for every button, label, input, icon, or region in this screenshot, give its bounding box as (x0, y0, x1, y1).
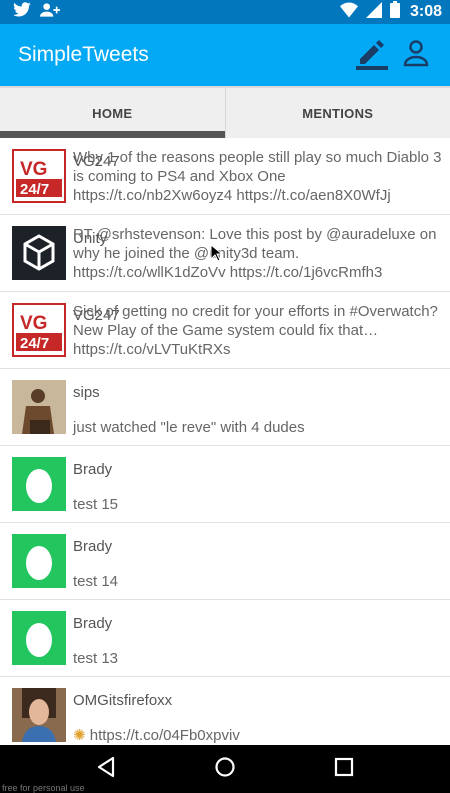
tweet-body: test 13 (73, 650, 119, 667)
recents-icon (333, 756, 355, 783)
avatar[interactable]: VG 24/7 (12, 149, 66, 203)
mouse-cursor-icon (210, 243, 224, 267)
tweet-row[interactable]: sips just watched "le reve" with 4 dudes (0, 369, 450, 446)
tweet-list[interactable]: VG 24/7 VG247 Why 1 of the reasons peopl… (0, 138, 450, 745)
tweet-username: Brady (73, 615, 113, 632)
tab-bar: HOME MENTIONS (0, 86, 450, 138)
twitter-icon (12, 1, 32, 23)
tweet-username: OMGitsfirefoxx (73, 692, 173, 709)
tweet-link[interactable]: https://t.co/04Fb0xpviv (90, 727, 240, 744)
tweet-row[interactable]: Brady test 14 (0, 523, 450, 600)
app-bar: SimpleTweets (0, 24, 450, 86)
tweet-body: RT @srhstevenson: Love this post by @aur… (73, 226, 437, 281)
tweet-row[interactable]: VG 24/7 VG247 Sick of getting no credit … (0, 292, 450, 369)
tweet-body: Why 1 of the reasons people still play s… (73, 149, 442, 204)
svg-text:24/7: 24/7 (20, 181, 49, 198)
clock-time: 3:08 (409, 3, 442, 20)
avatar[interactable]: VG 24/7 (12, 303, 66, 357)
tweet-row[interactable]: OMGitsfirefoxx ✺ https://t.co/04Fb0xpviv (0, 677, 450, 745)
add-person-icon (40, 2, 60, 22)
tweet-row[interactable]: Brady test 15 (0, 446, 450, 523)
tab-mentions[interactable]: MENTIONS (224, 88, 450, 138)
tweet-body: Sick of getting no credit for your effor… (73, 303, 438, 358)
tweet-body: ✺ https://t.co/04Fb0xpviv (73, 726, 442, 745)
home-icon (214, 756, 236, 783)
avatar[interactable] (12, 534, 66, 588)
tweet-username: Brady (73, 461, 113, 478)
home-button[interactable] (205, 749, 245, 789)
avatar[interactable] (12, 226, 66, 280)
avatar[interactable] (12, 688, 66, 742)
avatar[interactable] (12, 457, 66, 511)
profile-button[interactable] (394, 33, 438, 77)
compose-button[interactable] (350, 33, 394, 77)
tweet-body: test 14 (73, 573, 119, 590)
tweet-username: sips (73, 384, 100, 401)
sparkle-emoji-icon: ✺ (73, 727, 86, 744)
system-nav-bar: free for personal use (0, 745, 450, 793)
tweet-body: just watched "le reve" with 4 dudes (73, 419, 305, 436)
back-button[interactable] (86, 749, 126, 789)
status-bar: 3:08 (0, 0, 450, 24)
watermark-text: free for personal use (2, 783, 85, 793)
svg-text:24/7: 24/7 (20, 335, 49, 352)
recents-button[interactable] (324, 749, 364, 789)
svg-text:VG: VG (20, 313, 47, 334)
battery-icon (389, 1, 400, 23)
avatar[interactable] (12, 611, 66, 665)
svg-text:VG: VG (20, 159, 47, 180)
tab-home[interactable]: HOME (0, 88, 225, 138)
back-icon (95, 756, 117, 783)
app-title: SimpleTweets (18, 43, 149, 66)
avatar[interactable] (12, 380, 66, 434)
tweet-row[interactable]: Unity RT @srhstevenson: Love this post b… (0, 215, 450, 292)
wifi-icon (339, 2, 358, 23)
signal-icon (365, 1, 382, 23)
profile-icon (402, 39, 430, 72)
tweet-body: test 15 (73, 496, 119, 513)
tweet-row[interactable]: VG 24/7 VG247 Why 1 of the reasons peopl… (0, 138, 450, 215)
compose-icon (354, 35, 390, 76)
tweet-username: Brady (73, 538, 113, 555)
tweet-row[interactable]: Brady test 13 (0, 600, 450, 677)
